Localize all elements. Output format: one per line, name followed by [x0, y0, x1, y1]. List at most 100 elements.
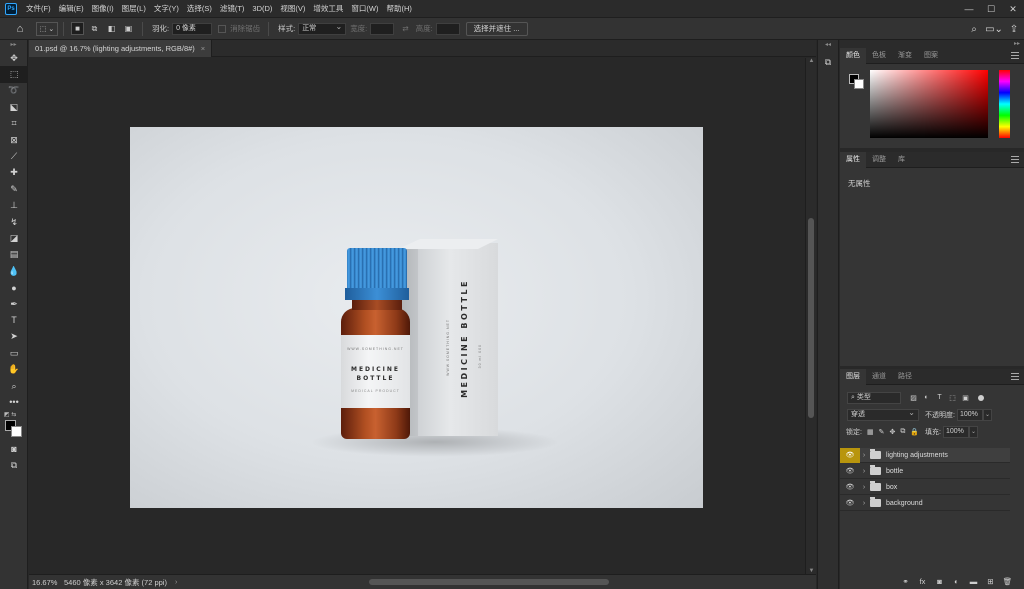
lock-artboard-icon[interactable]: ⧉ — [900, 428, 905, 436]
lasso-tool-icon[interactable]: ➰ — [0, 83, 28, 99]
frame-tool-icon[interactable]: ⊠ — [0, 132, 28, 148]
layer-filter-select[interactable]: ⌕ 类型 — [847, 391, 901, 404]
filter-type-icon[interactable]: T — [933, 394, 946, 401]
add-mask-icon[interactable]: ◙ — [931, 577, 948, 586]
history-brush-tool-icon[interactable]: ↯ — [0, 214, 28, 230]
brush-tool-icon[interactable]: ✎ — [0, 181, 28, 197]
blend-mode-select[interactable]: 穿透 — [847, 408, 919, 421]
default-colors-icon[interactable]: ◩ ⇆ — [4, 411, 16, 418]
expand-group-icon[interactable]: › — [860, 468, 868, 475]
path-selection-tool-icon[interactable]: ➤ — [0, 329, 28, 345]
share-icon[interactable]: ⇪ — [1004, 24, 1024, 35]
swap-icon[interactable]: ⇄ — [402, 24, 408, 33]
tab-adjustments[interactable]: 调整 — [866, 152, 892, 168]
visibility-eye-icon[interactable]: 👁 — [840, 447, 860, 463]
tab-layers[interactable]: 图层 — [840, 368, 866, 385]
adjustment-layer-icon[interactable]: ◐ — [948, 577, 965, 586]
dodge-tool-icon[interactable]: ● — [0, 279, 28, 295]
menu-plugins[interactable]: 增效工具 — [309, 3, 347, 14]
menu-edit[interactable]: 编辑(E) — [55, 3, 88, 14]
blur-tool-icon[interactable]: 💧 — [0, 263, 28, 279]
menu-3d[interactable]: 3D(D) — [248, 4, 276, 13]
scroll-up-icon[interactable]: ▲ — [806, 58, 817, 64]
new-group-icon[interactable]: ▬ — [965, 577, 982, 586]
lock-image-icon[interactable]: ✎ — [879, 428, 885, 436]
collapse-toolbar-icon[interactable]: ▸▸ — [0, 40, 27, 50]
lock-position-icon[interactable]: ✥ — [889, 428, 895, 436]
visibility-eye-icon[interactable]: 👁 — [840, 480, 860, 495]
zoom-tool-icon[interactable]: ⌕ — [0, 378, 28, 394]
trash-icon[interactable]: 🗑 — [999, 577, 1016, 586]
tab-libraries[interactable]: 库 — [892, 152, 911, 168]
panel-menu-icon[interactable] — [1011, 373, 1019, 380]
add-selection-icon[interactable]: ⧉ — [88, 22, 101, 35]
marquee-tool-preset[interactable]: ⬚ ⌄ — [36, 21, 58, 36]
filter-toggle-icon[interactable] — [978, 394, 984, 401]
tab-patterns[interactable]: 图案 — [918, 48, 944, 64]
vertical-scrollbar[interactable]: ▲ ▼ — [805, 58, 816, 574]
clone-stamp-tool-icon[interactable]: ⊥ — [0, 198, 28, 214]
fill-dropdown-icon[interactable]: ⌄ — [969, 425, 978, 438]
menu-window[interactable]: 窗口(W) — [347, 3, 382, 14]
canvas-area[interactable]: MEDICINE BOTTLE WWW.SOMETHING.NET 30 ml … — [29, 58, 805, 574]
layer-row-lighting-adjustments[interactable]: 👁 › lighting adjustments — [840, 447, 1010, 463]
subtract-selection-icon[interactable]: ◧ — [105, 22, 118, 35]
eyedropper-tool-icon[interactable]: ⟋ — [0, 148, 28, 164]
collapse-dock-icon[interactable]: ◂◂ — [818, 40, 838, 50]
background-color-swatch[interactable] — [854, 79, 864, 89]
rectangle-tool-icon[interactable]: ▭ — [0, 345, 28, 361]
menu-type[interactable]: 文字(Y) — [150, 3, 183, 14]
tab-properties[interactable]: 属性 — [840, 151, 866, 168]
menu-file[interactable]: 文件(F) — [22, 3, 55, 14]
rectangular-marquee-tool-icon[interactable]: ⬚ — [0, 66, 28, 83]
panel-menu-icon[interactable] — [1011, 156, 1019, 163]
menu-select[interactable]: 选择(S) — [183, 3, 216, 14]
lock-all-icon[interactable]: 🔒 — [910, 428, 919, 436]
search-icon[interactable]: ⌕ — [964, 24, 984, 35]
filter-pixel-icon[interactable]: ▨ — [907, 394, 920, 402]
fx-icon[interactable]: fx — [914, 577, 931, 586]
zoom-level[interactable]: 16.67% — [32, 578, 62, 587]
color-picker-field[interactable] — [870, 70, 988, 138]
link-layers-icon[interactable]: ⚭ — [897, 577, 914, 586]
vertical-scroll-thumb[interactable] — [808, 218, 814, 418]
horizontal-scroll-thumb[interactable] — [369, 579, 609, 585]
tab-swatches[interactable]: 色板 — [866, 48, 892, 64]
close-button[interactable]: ✕ — [1002, 0, 1024, 18]
photoshop-logo[interactable]: Ps — [5, 2, 17, 15]
layer-name[interactable]: background — [886, 500, 923, 507]
horizontal-scrollbar[interactable] — [209, 578, 804, 586]
document-image[interactable]: MEDICINE BOTTLE WWW.SOMETHING.NET 30 ml … — [130, 127, 703, 508]
select-and-mask-button[interactable]: 选择并遮住 ... — [465, 21, 528, 36]
filter-smart-object-icon[interactable]: ▣ — [959, 394, 972, 402]
new-layer-icon[interactable]: ⊞ — [982, 577, 999, 586]
new-selection-icon[interactable]: ■ — [71, 22, 84, 35]
tab-paths[interactable]: 路径 — [892, 369, 918, 385]
quick-mask-icon[interactable]: ◙ — [0, 441, 28, 457]
pen-tool-icon[interactable]: ✒ — [0, 296, 28, 312]
move-tool-icon[interactable]: ✥ — [0, 50, 28, 66]
visibility-eye-icon[interactable]: 👁 — [840, 464, 860, 479]
intersect-selection-icon[interactable]: ▣ — [122, 22, 135, 35]
expand-group-icon[interactable]: › — [860, 452, 868, 459]
home-icon[interactable]: ⌂ — [13, 22, 27, 36]
status-menu-arrow[interactable]: › — [175, 579, 177, 586]
type-tool-icon[interactable]: T — [0, 312, 28, 328]
feather-input[interactable]: 0 像素 — [172, 22, 213, 35]
menu-image[interactable]: 图像(I) — [88, 3, 118, 14]
gradient-tool-icon[interactable]: ▤ — [0, 247, 28, 263]
tab-color[interactable]: 颜色 — [840, 47, 866, 64]
crop-tool-icon[interactable]: ⌗ — [0, 116, 28, 132]
history-icon[interactable]: ⧉ — [818, 53, 838, 71]
tab-channels[interactable]: 通道 — [866, 369, 892, 385]
opacity-input[interactable]: 100% — [956, 408, 983, 421]
layer-row-box[interactable]: 👁 › box — [840, 480, 1010, 495]
visibility-eye-icon[interactable]: 👁 — [840, 496, 860, 511]
close-document-icon[interactable]: × — [201, 44, 205, 53]
screen-mode-icon[interactable]: ⧉ — [0, 457, 28, 473]
antialias-checkbox[interactable] — [218, 24, 227, 33]
healing-brush-tool-icon[interactable]: ✚ — [0, 165, 28, 181]
object-selection-tool-icon[interactable]: ⬕ — [0, 99, 28, 115]
hand-tool-icon[interactable]: ✋ — [0, 361, 28, 377]
background-color-swatch[interactable] — [11, 425, 22, 437]
